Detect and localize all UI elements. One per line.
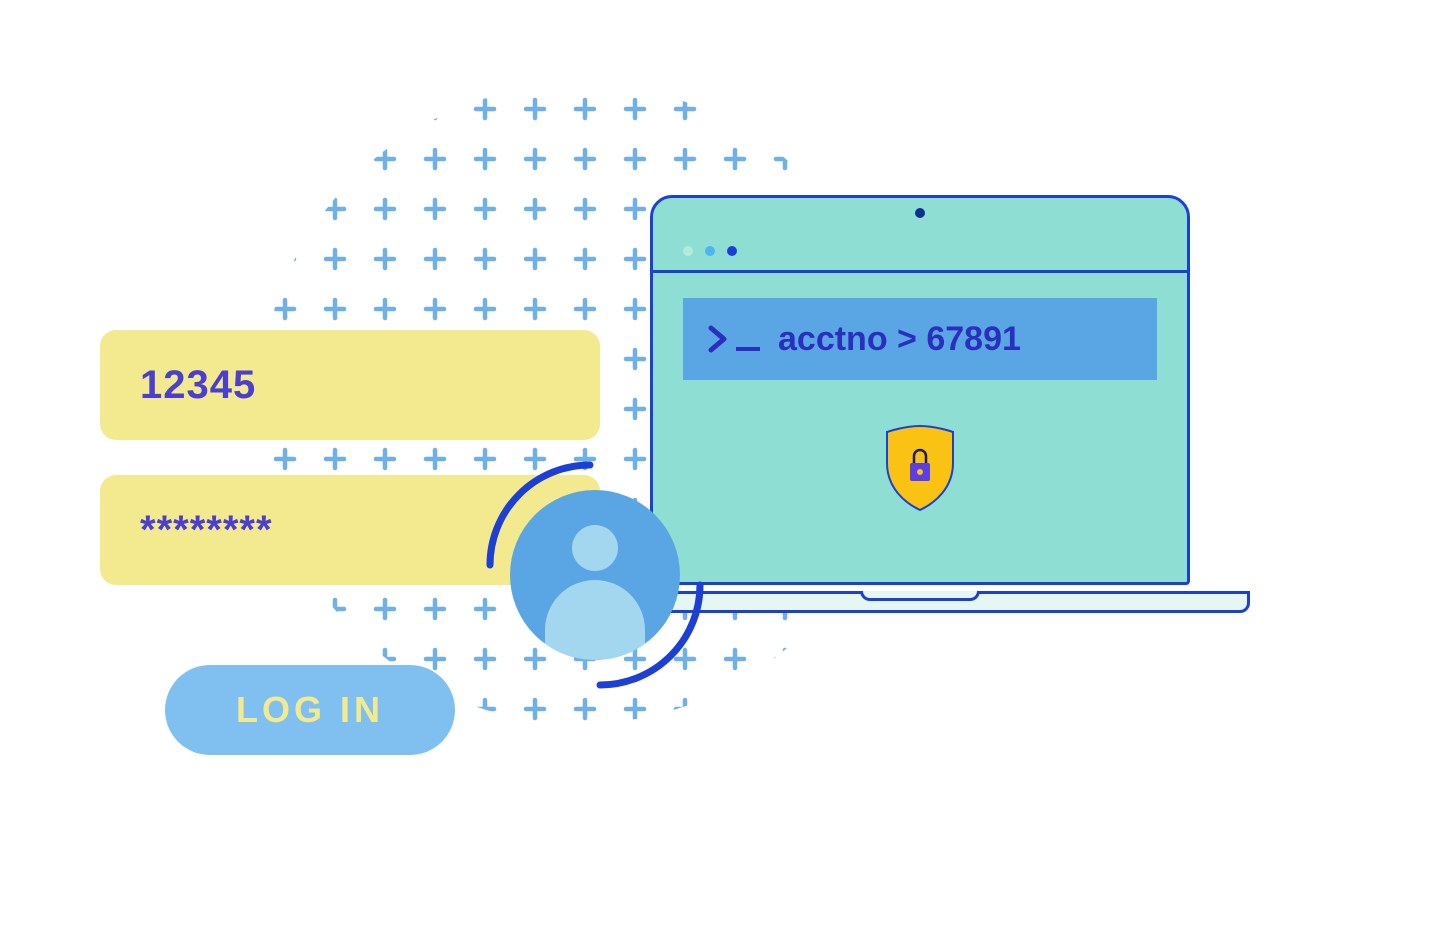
terminal-command: acctno > 67891 — [778, 320, 1021, 359]
window-dot-icon — [705, 246, 715, 256]
username-field[interactable]: 12345 — [100, 330, 600, 440]
laptop: acctno > 67891 — [640, 195, 1200, 595]
window-dot-icon — [683, 246, 693, 256]
illustration-stage: acctno > 67891 12345 ******** LOG IN — [0, 0, 1430, 948]
user-avatar-icon — [490, 470, 710, 690]
terminal-bar: acctno > 67891 — [683, 298, 1157, 380]
window-traffic-lights — [683, 246, 737, 256]
window-dot-icon — [727, 246, 737, 256]
camera-dot-icon — [915, 208, 925, 218]
login-button[interactable]: LOG IN — [165, 665, 455, 755]
laptop-notch — [860, 591, 980, 601]
username-value: 12345 — [140, 363, 256, 408]
password-value: ******** — [140, 508, 273, 553]
avatar-head-icon — [572, 525, 618, 571]
titlebar-divider — [653, 270, 1187, 273]
login-button-label: LOG IN — [236, 689, 384, 731]
shield-lock-icon — [881, 423, 959, 513]
avatar-arc-icon — [590, 575, 710, 695]
laptop-screen: acctno > 67891 — [650, 195, 1190, 585]
prompt-icon — [708, 325, 760, 353]
